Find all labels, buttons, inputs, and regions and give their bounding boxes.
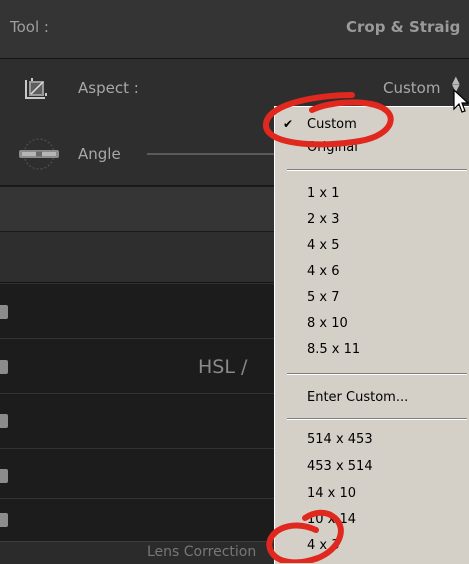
menu-item-ratio[interactable]: 1 x 1	[307, 186, 340, 201]
menu-item-ratio[interactable]: 8.5 x 11	[307, 342, 360, 357]
panel-toggle-tab[interactable]	[0, 305, 8, 319]
menu-item-ratio[interactable]: 5 x 7	[307, 290, 340, 305]
tool-value[interactable]: Crop & Straig	[346, 18, 460, 36]
menu-item-recent[interactable]: 514 x 453	[307, 432, 373, 447]
crop-icon[interactable]	[23, 76, 49, 102]
straighten-level-icon[interactable]	[17, 136, 61, 172]
aspect-label: Aspect :	[78, 79, 139, 97]
panel-toggle-tab[interactable]	[0, 414, 8, 428]
menu-item-recent[interactable]: 4 x 3	[307, 538, 340, 553]
panel-toggle-tab[interactable]	[0, 513, 8, 527]
menu-separator	[287, 418, 467, 420]
menu-item-enter-custom[interactable]: Enter Custom...	[307, 390, 408, 405]
panel-toggle-tab[interactable]	[0, 360, 8, 374]
lens-correction-label[interactable]: Lens Correction	[147, 544, 256, 560]
menu-item-recent[interactable]: 10 x 14	[307, 512, 356, 527]
hsl-panel-title[interactable]: HSL /	[198, 356, 247, 378]
menu-item-label: Custom	[307, 117, 357, 132]
panel-toggle-tab[interactable]	[0, 469, 8, 483]
menu-item-original[interactable]: Original	[307, 140, 358, 155]
tool-label: Tool :	[10, 18, 49, 36]
menu-item-ratio[interactable]: 2 x 3	[307, 212, 340, 227]
aspect-dropdown-menu: ✔ Custom Original 1 x 1 2 x 3 4 x 5 4 x …	[274, 106, 469, 564]
menu-separator	[287, 373, 467, 375]
menu-item-recent[interactable]: 453 x 514	[307, 459, 373, 474]
tool-row: Tool : Crop & Straig	[0, 0, 469, 59]
menu-separator	[287, 169, 467, 171]
mouse-pointer-icon	[453, 89, 469, 113]
angle-label: Angle	[78, 145, 121, 163]
checkmark-icon: ✔	[283, 117, 294, 131]
menu-item-recent[interactable]: 14 x 10	[307, 486, 356, 501]
aspect-select[interactable]: Custom	[383, 79, 440, 97]
menu-item-ratio[interactable]: 8 x 10	[307, 316, 348, 331]
menu-item-custom[interactable]: ✔ Custom	[283, 117, 357, 132]
menu-item-label: Original	[307, 140, 358, 155]
menu-item-ratio[interactable]: 4 x 6	[307, 264, 340, 279]
menu-item-ratio[interactable]: 4 x 5	[307, 238, 340, 253]
angle-slider[interactable]	[147, 153, 277, 155]
